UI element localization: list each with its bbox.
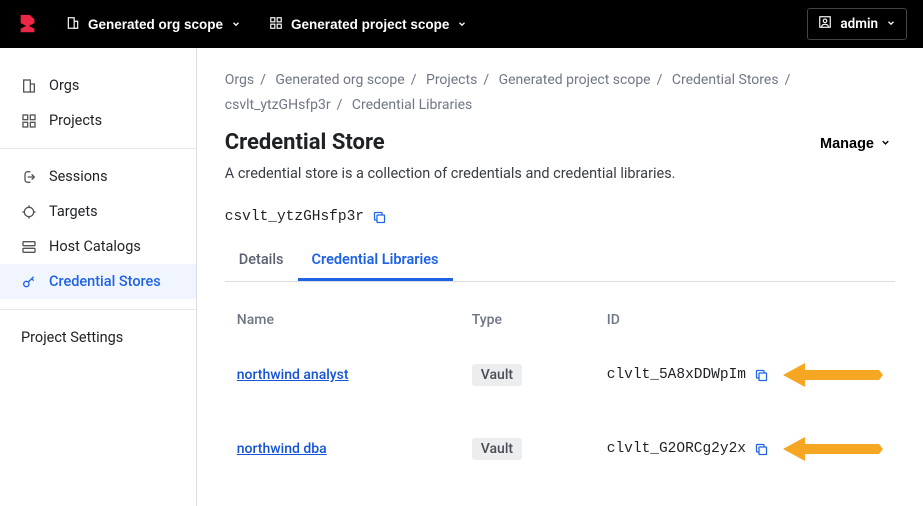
col-header-name: Name [237, 312, 472, 328]
main-content: Orgs/ Generated org scope/ Projects/ Gen… [197, 48, 923, 506]
sidebar-item-label: Projects [49, 112, 102, 129]
exit-icon [21, 169, 37, 185]
crumb-sep: / [254, 72, 272, 88]
sidebar-item-orgs[interactable]: Orgs [0, 68, 196, 103]
grid-icon [269, 16, 283, 33]
crumb-orgs[interactable]: Orgs [225, 72, 254, 88]
sidebar-item-label: Credential Stores [49, 273, 161, 290]
copy-icon[interactable] [754, 368, 769, 383]
credential-libraries-table: Name Type ID northwind analyst Vault clv… [225, 302, 895, 486]
crumb-credential-stores[interactable]: Credential Stores [672, 72, 779, 88]
org-scope-label: Generated org scope [88, 17, 223, 32]
chevron-down-icon [886, 16, 896, 32]
servers-icon [21, 239, 37, 255]
sidebar-item-label: Targets [49, 203, 98, 220]
crumb-sep: / [405, 72, 423, 88]
table-row: northwind analyst Vault clvlt_5A8xDDWpIm [225, 338, 895, 412]
crumb-projects[interactable]: Projects [426, 72, 477, 88]
tabs: Details Credential Libraries [225, 241, 895, 282]
sidebar-item-project-settings[interactable]: Project Settings [0, 320, 196, 355]
type-badge: Vault [472, 364, 522, 386]
project-scope-label: Generated project scope [291, 17, 449, 32]
table-header: Name Type ID [225, 302, 895, 338]
credential-library-id: clvlt_G2ORCg2y2x [607, 441, 746, 457]
sidebar-item-label: Sessions [49, 168, 108, 185]
table-row: northwind dba Vault clvlt_G2ORCg2y2x [225, 412, 895, 486]
user-menu[interactable]: admin [807, 8, 907, 40]
crumb-org-scope[interactable]: Generated org scope [275, 72, 404, 88]
store-id-value: csvlt_ytzGHsfp3r [225, 209, 364, 225]
crumb-cred-libraries[interactable]: Credential Libraries [352, 97, 472, 113]
col-header-type: Type [472, 312, 607, 328]
sidebar-item-sessions[interactable]: Sessions [0, 159, 196, 194]
page-title: Credential Store [225, 130, 676, 155]
crumb-sep: / [331, 97, 349, 113]
boundary-logo-icon [16, 12, 40, 36]
col-header-id: ID [607, 312, 883, 328]
chevron-down-icon [880, 136, 891, 152]
key-icon [21, 274, 37, 290]
user-label: admin [840, 16, 878, 32]
crumb-sep: / [477, 72, 495, 88]
org-icon [21, 78, 37, 94]
credential-library-link[interactable]: northwind dba [237, 441, 327, 457]
annotation-arrow-icon [783, 434, 883, 464]
sidebar-item-targets[interactable]: Targets [0, 194, 196, 229]
store-id-row: csvlt_ytzGHsfp3r [225, 209, 895, 225]
crumb-project-scope[interactable]: Generated project scope [499, 72, 651, 88]
crumb-sep: / [651, 72, 669, 88]
crumb-sep: / [779, 72, 797, 88]
manage-button[interactable]: Manage [816, 130, 895, 158]
topbar: Generated org scope Generated project sc… [0, 0, 923, 48]
credential-library-id: clvlt_5A8xDDWpIm [607, 367, 746, 383]
annotation-arrow-icon [783, 360, 883, 390]
breadcrumb: Orgs/ Generated org scope/ Projects/ Gen… [225, 68, 895, 118]
page-subtitle: A credential store is a collection of cr… [225, 163, 676, 185]
tab-details[interactable]: Details [225, 241, 298, 281]
sidebar-item-host-catalogs[interactable]: Host Catalogs [0, 229, 196, 264]
credential-library-link[interactable]: northwind analyst [237, 367, 349, 383]
sidebar: Orgs Projects Sessions Targets Host Cata… [0, 48, 197, 506]
sidebar-item-credential-stores[interactable]: Credential Stores [0, 264, 196, 299]
type-badge: Vault [472, 438, 522, 460]
crumb-store-id[interactable]: csvlt_ytzGHsfp3r [225, 97, 331, 113]
sidebar-item-projects[interactable]: Projects [0, 103, 196, 138]
org-icon [66, 16, 80, 33]
copy-icon[interactable] [372, 210, 387, 225]
sidebar-item-label: Project Settings [21, 329, 123, 346]
user-icon [818, 15, 832, 33]
chevron-down-icon [231, 17, 241, 32]
target-icon [21, 204, 37, 220]
copy-icon[interactable] [754, 442, 769, 457]
org-scope-selector[interactable]: Generated org scope [56, 10, 251, 39]
grid-icon [21, 113, 37, 129]
sidebar-item-label: Host Catalogs [49, 238, 141, 255]
tab-credential-libraries[interactable]: Credential Libraries [298, 241, 453, 281]
chevron-down-icon [457, 17, 467, 32]
sidebar-item-label: Orgs [49, 77, 79, 94]
manage-label: Manage [820, 136, 874, 152]
project-scope-selector[interactable]: Generated project scope [259, 10, 477, 39]
